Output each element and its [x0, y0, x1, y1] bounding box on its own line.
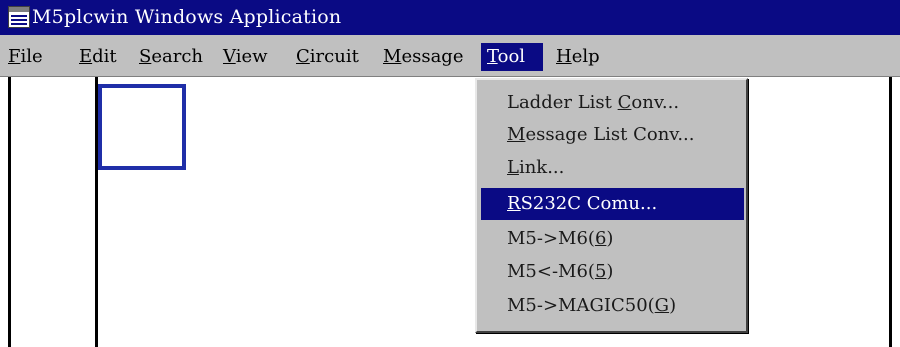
menu-tool[interactable]: Tool — [481, 43, 543, 71]
menu-help[interactable]: Help — [550, 43, 606, 71]
menu-file[interactable]: File — [2, 43, 49, 71]
menu-item-m5-to-magic50[interactable]: M5->MAGIC50(G) — [481, 290, 744, 322]
menu-search[interactable]: Search — [133, 43, 209, 71]
window-title: M5plcwin Windows Application — [32, 6, 342, 28]
cursor-box[interactable] — [98, 84, 186, 170]
menu-bar: File Edit Search View Circuit Message To… — [0, 35, 900, 77]
tool-menu-dropdown: Ladder List Conv... Message List Conv...… — [475, 78, 748, 333]
menu-item-message-list-conv[interactable]: Message List Conv... — [481, 119, 744, 151]
menu-item-m5-from-m6[interactable]: M5<-M6(5) — [481, 256, 744, 288]
menu-item-m5-to-m6[interactable]: M5->M6(6) — [481, 223, 744, 255]
app-icon[interactable] — [8, 6, 30, 28]
menu-view[interactable]: View — [217, 43, 274, 71]
left-border-line — [8, 77, 11, 347]
menu-circuit[interactable]: Circuit — [290, 43, 365, 71]
menu-item-ladder-list-conv[interactable]: Ladder List Conv... — [481, 87, 744, 119]
right-border-line — [889, 77, 892, 347]
menu-item-link[interactable]: Link... — [481, 152, 744, 184]
title-bar[interactable]: M5plcwin Windows Application — [0, 0, 900, 35]
menu-message[interactable]: Message — [377, 43, 469, 71]
menu-item-rs232c-comu[interactable]: RS232C Comu... — [481, 188, 744, 220]
client-area[interactable] — [0, 77, 900, 347]
menu-edit[interactable]: Edit — [73, 43, 123, 71]
